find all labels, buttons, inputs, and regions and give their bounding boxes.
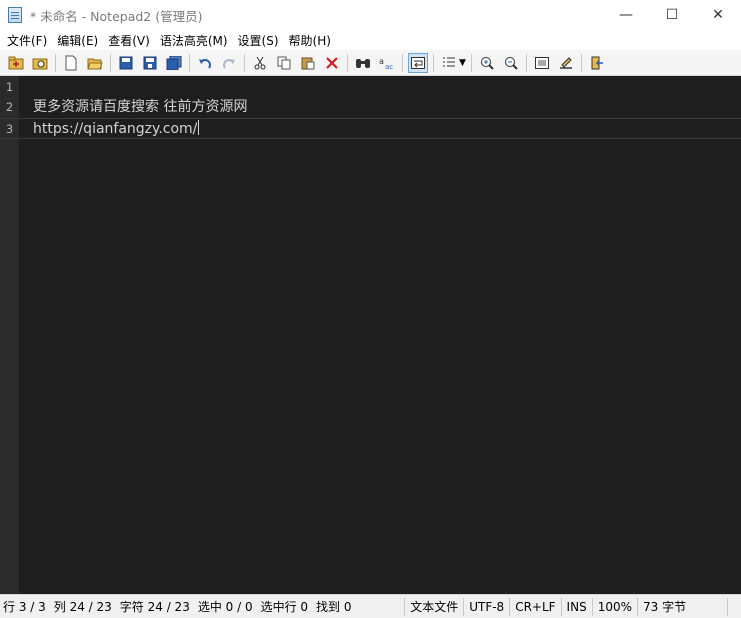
new-folder-icon[interactable] xyxy=(6,53,26,73)
line-number: 1 xyxy=(5,80,14,94)
toolbar-separator xyxy=(470,53,472,72)
title-bar: * 未命名 - Notepad2 (管理员) — ☐ ✕ xyxy=(0,0,741,30)
status-line: 行 3 / 3 xyxy=(3,600,46,614)
text-caret xyxy=(198,120,200,135)
line-number: 2 xyxy=(5,100,14,114)
status-found: 找到 0 xyxy=(316,600,352,614)
resize-grip[interactable] xyxy=(727,597,741,616)
delete-icon[interactable] xyxy=(322,53,342,73)
toolbar-separator xyxy=(433,53,434,72)
line-number-gutter xyxy=(0,76,19,594)
view-options-icon[interactable] xyxy=(439,53,459,73)
new-file-icon[interactable] xyxy=(61,53,81,73)
editor-line[interactable]: 1 xyxy=(0,77,741,98)
cut-icon[interactable] xyxy=(250,53,270,73)
view-options-dropdown-icon[interactable]: ▼ xyxy=(459,58,466,68)
menu-edit[interactable]: 编辑(E) xyxy=(54,32,105,49)
status-characters: 字符 24 / 23 xyxy=(119,600,190,614)
line-number: 3 xyxy=(5,122,14,136)
menu-file[interactable]: 文件(F) xyxy=(4,32,54,49)
window-title: * 未命名 - Notepad2 (管理员) xyxy=(30,8,203,24)
close-button[interactable]: ✕ xyxy=(695,0,741,30)
exit-icon[interactable] xyxy=(587,53,607,73)
status-insert-mode[interactable]: INS xyxy=(560,597,592,616)
toolbar-separator xyxy=(189,53,190,72)
toolbar-separator xyxy=(244,53,245,72)
copy-icon[interactable] xyxy=(274,53,294,73)
toolbar-separator xyxy=(402,53,403,72)
line-text[interactable]: 更多资源请百度搜索 往前方资源网 xyxy=(33,97,247,118)
toolbar-separator xyxy=(110,53,111,72)
window-controls: — ☐ ✕ xyxy=(603,0,741,30)
scheme-icon[interactable] xyxy=(532,53,552,73)
status-encoding[interactable]: UTF-8 xyxy=(463,597,509,616)
find-icon[interactable] xyxy=(353,53,373,73)
notepad-app-icon xyxy=(8,7,22,23)
status-size: 73 字节 xyxy=(637,597,727,616)
redo-icon[interactable] xyxy=(219,53,239,73)
status-doc-type[interactable]: 文本文件 xyxy=(404,597,463,616)
status-position-group: 行 3 / 3 列 24 / 23 字符 24 / 23 选中 0 / 0 选中… xyxy=(0,598,404,615)
minimize-button[interactable]: — xyxy=(603,0,649,30)
menu-view[interactable]: 查看(V) xyxy=(105,32,157,49)
toolbar-separator xyxy=(580,53,582,72)
toolbar: a ac ▼ xyxy=(0,50,741,76)
undo-icon[interactable] xyxy=(195,53,215,73)
status-selection: 选中 0 / 0 xyxy=(197,600,253,614)
save-copy-icon[interactable] xyxy=(164,53,184,73)
status-eol[interactable]: CR+LF xyxy=(509,597,560,616)
paste-icon[interactable] xyxy=(298,53,318,73)
maximize-button[interactable]: ☐ xyxy=(649,0,695,30)
editor-area[interactable]: 1 2 更多资源请百度搜索 往前方资源网 3 https://qianfangz… xyxy=(0,76,741,594)
zoom-in-icon[interactable] xyxy=(477,53,497,73)
menu-settings[interactable]: 设置(S) xyxy=(235,32,286,49)
menu-syntax[interactable]: 语法高亮(M) xyxy=(157,32,235,49)
line-text[interactable]: https://qianfangzy.com/ xyxy=(33,119,200,140)
customize-icon[interactable] xyxy=(556,53,576,73)
svg-text:ac: ac xyxy=(385,63,393,70)
save-icon[interactable] xyxy=(116,53,136,73)
toolbar-separator xyxy=(525,53,527,72)
word-wrap-icon[interactable] xyxy=(408,52,428,73)
editor-line-current[interactable]: 3 https://qianfangzy.com/ xyxy=(0,118,741,139)
editor-line[interactable]: 2 更多资源请百度搜索 往前方资源网 xyxy=(0,97,741,118)
menu-bar: 文件(F) 编辑(E) 查看(V) 语法高亮(M) 设置(S) 帮助(H) xyxy=(0,30,741,50)
menu-help[interactable]: 帮助(H) xyxy=(286,32,338,49)
line-text-content[interactable]: https://qianfangzy.com/ xyxy=(33,121,197,137)
toolbar-separator xyxy=(55,53,56,72)
toolbar-separator xyxy=(347,53,348,72)
svg-text:a: a xyxy=(379,57,384,66)
status-bar: 行 3 / 3 列 24 / 23 字符 24 / 23 选中 0 / 0 选中… xyxy=(0,594,741,618)
status-zoom[interactable]: 100% xyxy=(591,597,637,616)
zoom-out-icon[interactable] xyxy=(501,53,521,73)
open-folder-icon[interactable] xyxy=(85,53,105,73)
status-selected-lines: 选中行 0 xyxy=(260,600,309,614)
browse-icon[interactable] xyxy=(30,53,50,73)
save-as-icon[interactable] xyxy=(140,53,160,73)
replace-icon[interactable]: a ac xyxy=(377,53,397,73)
status-column: 列 24 / 23 xyxy=(53,600,112,614)
